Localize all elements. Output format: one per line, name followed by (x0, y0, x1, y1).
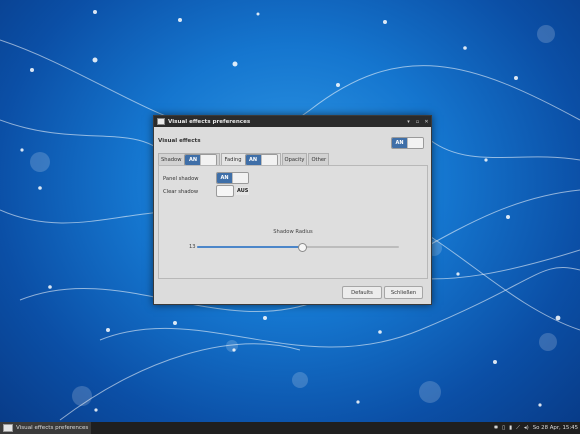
toggle-knob (260, 154, 277, 165)
clipboard-icon[interactable]: ▯ (502, 425, 505, 431)
toggle-knob (232, 173, 248, 183)
toggle-knob (216, 185, 234, 197)
visual-effects-toggle[interactable]: AN (391, 137, 424, 149)
window-app-icon (157, 118, 165, 125)
clock[interactable]: So 28 Apr, 15:45 (533, 425, 578, 431)
taskbar: Visual effects preferences ✱ ▯ ▮ ⟋ ◂) So… (0, 422, 580, 434)
tab-other[interactable]: Other (308, 153, 330, 165)
toggle-state-label: AN (185, 154, 201, 165)
toggle-knob (200, 154, 217, 165)
slider-handle[interactable] (298, 243, 308, 252)
shadow-radius-value: 13 (189, 244, 196, 250)
tab-opacity-label: Opacity (284, 156, 305, 163)
network-icon[interactable]: ⟋ (516, 425, 520, 432)
slider-fill (197, 246, 303, 248)
tab-fading-label: Fading (224, 156, 242, 163)
panel-shadow-label: Panel shadow (163, 176, 199, 182)
clear-shadow-toggle[interactable]: AUS (216, 185, 250, 197)
toggle-knob (407, 138, 423, 148)
shadow-radius-slider[interactable] (197, 243, 399, 252)
volume-icon[interactable]: ◂) (524, 425, 529, 431)
battery-icon[interactable]: ▮ (509, 425, 512, 431)
clear-shadow-label: Clear shadow (163, 189, 199, 195)
defaults-button[interactable]: Defaults (342, 286, 382, 299)
taskbar-window-label: Visual effects preferences (16, 425, 89, 431)
tab-fading[interactable]: Fading AN (221, 153, 281, 166)
tab-opacity[interactable]: Opacity (281, 153, 308, 165)
preferences-window: Visual effects preferences ▾ ▫ ✕ Visual … (153, 115, 432, 305)
tab-other-label: Other (311, 156, 327, 163)
minimize-button[interactable]: ▾ (404, 119, 413, 125)
tab-bar: Shadow AN Fading AN Opacity Other (158, 153, 330, 166)
system-tray: ✱ ▯ ▮ ⟋ ◂) So 28 Apr, 15:45 (494, 422, 580, 434)
close-button[interactable]: Schließen (384, 286, 423, 299)
toggle-state-label: AN (245, 154, 261, 165)
bluetooth-icon[interactable]: ✱ (494, 425, 499, 431)
tab-shadow[interactable]: Shadow AN (158, 153, 221, 166)
panel-shadow-toggle[interactable]: AN (216, 172, 249, 184)
tab-panel: Panel shadow AN Clear shadow AUS Shadow … (158, 165, 428, 279)
taskbar-window-button[interactable]: Visual effects preferences (0, 422, 92, 434)
maximize-button[interactable]: ▫ (413, 119, 422, 125)
shadow-toggle[interactable]: AN (184, 153, 218, 166)
window-titlebar[interactable]: Visual effects preferences ▾ ▫ ✕ (154, 116, 431, 127)
fading-toggle[interactable]: AN (244, 153, 278, 166)
tab-shadow-label: Shadow (161, 156, 182, 163)
window-title: Visual effects preferences (168, 118, 251, 125)
section-title: Visual effects (158, 138, 201, 144)
toggle-state-label: AN (217, 173, 232, 183)
toggle-state-label: AN (392, 138, 407, 148)
toggle-state-label: AUS (236, 187, 250, 195)
close-window-button[interactable]: ✕ (422, 119, 431, 125)
window-icon (3, 424, 13, 432)
shadow-radius-label: Shadow Radius (273, 229, 313, 235)
